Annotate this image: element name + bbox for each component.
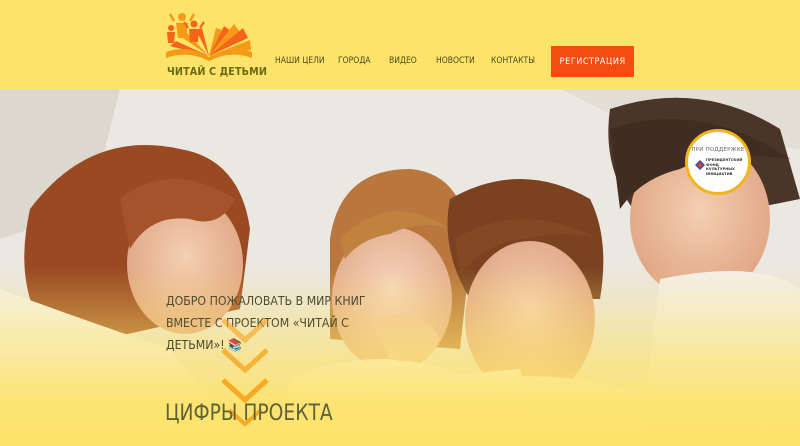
site-header: ЧИТАЙ С ДЕТЬМИ НАШИ ЦЕЛИ ГОРОДА ВИДЕО НО… [0,0,800,89]
register-button[interactable]: РЕГИСТРАЦИЯ [551,46,634,77]
nav-item-cities[interactable]: ГОРОДА [338,56,371,68]
pfki-flag-icon [695,160,705,170]
logo-text: ЧИТАЙ С ДЕТЬМИ [167,66,268,78]
hero-banner [0,89,800,446]
register-button-label: РЕГИСТРАЦИЯ [559,56,626,67]
hero-yellow-fade [0,89,800,446]
support-badge-fund-name: ПРЕЗИДЕНТСКИЙ ФОНД КУЛЬТУРНЫХ ИНИЦИАТИВ [706,158,743,176]
nav-item-goals[interactable]: НАШИ ЦЕЛИ [275,56,325,68]
book-family-logo-icon [166,13,252,61]
support-badge[interactable]: ПРИ ПОДДЕРЖКЕ ПРЕЗИДЕНТСКИЙ ФОНД КУЛЬТУР… [685,129,751,195]
nav-item-contacts[interactable]: КОНТАКТЫ [491,56,535,68]
nav-item-video[interactable]: ВИДЕО [389,56,417,68]
support-badge-caption: ПРИ ПОДДЕРЖКЕ [691,147,745,153]
nav-item-news[interactable]: НОВОСТИ [436,56,475,68]
logo[interactable]: ЧИТАЙ С ДЕТЬМИ [164,8,267,80]
welcome-text: ДОБРО ПОЖАЛОВАТЬ В МИР КНИГ ВМЕСТЕ С ПРО… [166,293,366,352]
section-title-stats: ЦИФРЫ ПРОЕКТА [165,401,333,426]
